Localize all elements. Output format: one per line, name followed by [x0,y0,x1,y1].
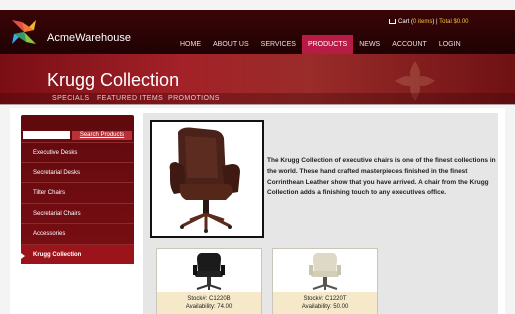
stock-number: Stock#: C1220B [187,296,231,302]
cart-separator: ) | [432,19,438,26]
page-title: Krugg Collection [47,70,180,90]
subnav-featured-items[interactable]: FEATURED ITEMS [97,95,163,102]
nav-services[interactable]: SERVICES [255,35,302,55]
search-row: Search Products [23,131,132,141]
sidebar-item-krugg-collection[interactable]: Krugg Collection [21,244,134,264]
cart-items: 0 items [413,19,433,26]
cream-chair-image [309,253,341,290]
brand-name[interactable]: AcmeWarehouse [47,32,131,44]
nav-news[interactable]: NEWS [353,35,386,55]
executive-chair-image [152,122,262,236]
product-description: The Krugg Collection of executive chairs… [267,157,496,197]
nav-home[interactable]: HOME [174,35,207,55]
sidebar-item-accessories[interactable]: Accessories [21,223,134,243]
cart-icon [389,19,396,24]
nav-about-us[interactable]: ABOUT US [207,35,255,55]
search-products-button[interactable]: Search Products [72,131,132,140]
sidebar-item-executive-desks[interactable]: Executive Desks [21,142,134,162]
main-nav: HOME ABOUT US SERVICES PRODUCTS NEWS ACC… [174,35,467,55]
stock-number: Stock#: C1220T [303,296,347,302]
subnav-promotions[interactable]: PROMOTIONS [168,95,220,102]
nav-login[interactable]: LOGIN [433,35,467,55]
product-card-info: Stock#: C1220B Availability: 74.00 [157,292,261,314]
product-card[interactable]: Stock#: C1220B Availability: 74.00 [156,248,262,314]
subnav-specials[interactable]: SPECIALS [52,95,89,102]
category-sidebar: Search Products Executive Desks Secretar… [21,115,134,264]
cart-prefix: Cart ( [398,19,413,26]
sidebar-item-tilter-chairs[interactable]: Tilter Chairs [21,182,134,202]
availability: Availability: 74.00 [185,304,233,310]
product-image-frame[interactable] [150,120,264,238]
availability: Availability: 50.00 [301,304,349,310]
site-header: AcmeWarehouse Cart (0 items) | Total $0.… [0,10,515,55]
top-strip [0,0,515,10]
cart-total: Total $0.00 [439,19,469,26]
sidebar-item-secretarial-desks[interactable]: Secretarial Desks [21,162,134,182]
product-card[interactable]: Stock#: C1220T Availability: 50.00 [272,248,378,314]
nav-account[interactable]: ACCOUNT [386,35,433,55]
cart-summary[interactable]: Cart (0 items) | Total $0.00 [389,19,469,25]
nav-products[interactable]: PRODUCTS [301,35,354,55]
product-card-info: Stock#: C1220T Availability: 50.00 [273,292,377,314]
black-chair-image [193,253,225,290]
sub-nav: SPECIALS FEATURED ITEMS PROMOTIONS [0,93,515,105]
search-input[interactable] [23,131,70,139]
pinwheel-logo-icon[interactable] [10,18,38,46]
sidebar-item-secretarial-chairs[interactable]: Secretarial Chairs [21,203,134,223]
